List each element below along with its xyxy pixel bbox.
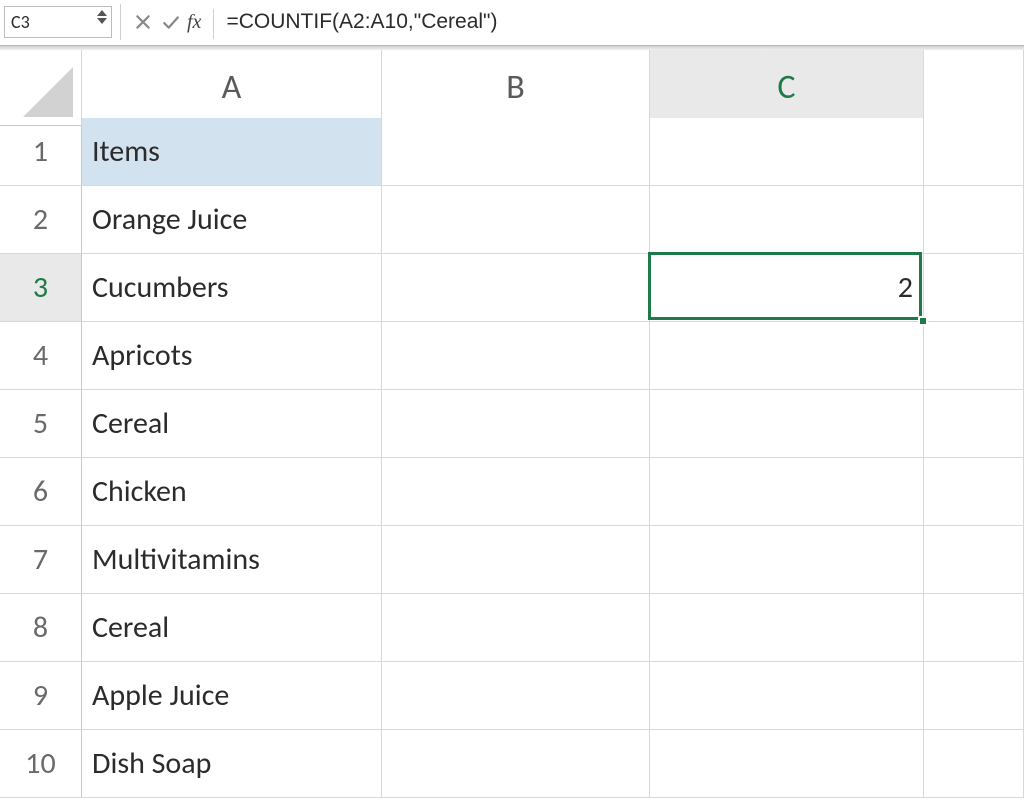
column-header-B[interactable]: B — [382, 50, 650, 126]
column-label: C — [777, 67, 795, 108]
cell-B2[interactable] — [382, 186, 650, 254]
spreadsheet-grid[interactable]: A B C 1 Items 2 Orange Juice 3 Cucumbers… — [0, 50, 1024, 798]
cell-D9[interactable] — [924, 662, 1024, 730]
cell-value: Apple Juice — [92, 677, 229, 714]
cell-C2[interactable] — [650, 186, 924, 254]
chevron-up-icon — [97, 10, 107, 16]
column-header-A[interactable]: A — [82, 50, 382, 126]
cell-B7[interactable] — [382, 526, 650, 594]
row-header-10[interactable]: 10 — [0, 730, 82, 798]
select-all-corner[interactable] — [0, 50, 82, 126]
cell-C7[interactable] — [650, 526, 924, 594]
cell-A2[interactable]: Orange Juice — [82, 186, 382, 254]
column-header-extra[interactable] — [924, 50, 1024, 126]
row-label: 7 — [33, 541, 48, 578]
cell-C4[interactable] — [650, 322, 924, 390]
confirm-button[interactable] — [157, 4, 185, 40]
formula-input[interactable] — [224, 4, 1024, 40]
row-label: 9 — [33, 677, 48, 714]
row-label: 5 — [33, 405, 48, 442]
cell-value: Apricots — [92, 337, 193, 374]
cell-value: Cereal — [92, 405, 169, 442]
cell-B8[interactable] — [382, 594, 650, 662]
column-header-C[interactable]: C — [650, 50, 924, 126]
cell-B5[interactable] — [382, 390, 650, 458]
cell-B9[interactable] — [382, 662, 650, 730]
cell-A9[interactable]: Apple Juice — [82, 662, 382, 730]
cell-B6[interactable] — [382, 458, 650, 526]
cell-value: 2 — [898, 269, 913, 306]
cell-A3[interactable]: Cucumbers — [82, 254, 382, 322]
cell-value: Cereal — [92, 609, 169, 646]
fill-handle[interactable] — [918, 316, 928, 326]
name-box-value: C3 — [11, 11, 30, 33]
cell-C1[interactable] — [650, 118, 924, 186]
cell-A8[interactable]: Cereal — [82, 594, 382, 662]
cell-C6[interactable] — [650, 458, 924, 526]
cell-A4[interactable]: Apricots — [82, 322, 382, 390]
row-label: 8 — [33, 609, 48, 646]
close-icon — [134, 13, 152, 31]
row-label: 6 — [33, 473, 48, 510]
cell-C10[interactable] — [650, 730, 924, 798]
cell-A6[interactable]: Chicken — [82, 458, 382, 526]
cell-value: Cucumbers — [92, 269, 229, 306]
row-header-5[interactable]: 5 — [0, 390, 82, 458]
row-label: 1 — [33, 133, 48, 170]
name-box-stepper[interactable] — [97, 10, 107, 24]
divider — [213, 9, 214, 39]
cell-D2[interactable] — [924, 186, 1024, 254]
cell-B3[interactable] — [382, 254, 650, 322]
cell-D8[interactable] — [924, 594, 1024, 662]
column-label: A — [222, 67, 242, 108]
cell-A5[interactable]: Cereal — [82, 390, 382, 458]
cell-C3[interactable]: 2 — [650, 254, 924, 322]
row-header-8[interactable]: 8 — [0, 594, 82, 662]
cell-value: Multivitamins — [92, 541, 260, 578]
cell-D7[interactable] — [924, 526, 1024, 594]
cell-B4[interactable] — [382, 322, 650, 390]
cell-value: Orange Juice — [92, 201, 247, 238]
cell-A10[interactable]: Dish Soap — [82, 730, 382, 798]
cell-D6[interactable] — [924, 458, 1024, 526]
cell-C5[interactable] — [650, 390, 924, 458]
cell-D3[interactable] — [924, 254, 1024, 322]
row-header-4[interactable]: 4 — [0, 322, 82, 390]
cell-D4[interactable] — [924, 322, 1024, 390]
cell-value: Items — [92, 133, 160, 170]
row-label: 2 — [33, 201, 48, 238]
cell-A1[interactable]: Items — [82, 118, 382, 186]
column-label: B — [506, 67, 525, 108]
row-header-6[interactable]: 6 — [0, 458, 82, 526]
fx-label[interactable]: fx — [187, 11, 201, 34]
cell-D1[interactable] — [924, 118, 1024, 186]
row-header-3[interactable]: 3 — [0, 254, 82, 322]
chevron-down-icon — [97, 18, 107, 24]
row-label: 3 — [33, 269, 48, 306]
divider — [120, 4, 121, 40]
row-header-2[interactable]: 2 — [0, 186, 82, 254]
cell-D5[interactable] — [924, 390, 1024, 458]
cell-D10[interactable] — [924, 730, 1024, 798]
cell-C8[interactable] — [650, 594, 924, 662]
row-header-9[interactable]: 9 — [0, 662, 82, 730]
cell-C9[interactable] — [650, 662, 924, 730]
name-box[interactable]: C3 — [4, 6, 112, 38]
cell-B10[interactable] — [382, 730, 650, 798]
cell-value: Dish Soap — [92, 745, 211, 782]
row-header-7[interactable]: 7 — [0, 526, 82, 594]
cell-value: Chicken — [92, 473, 187, 510]
row-header-1[interactable]: 1 — [0, 118, 82, 186]
cell-A7[interactable]: Multivitamins — [82, 526, 382, 594]
row-label: 10 — [25, 745, 55, 782]
cancel-button[interactable] — [129, 4, 157, 40]
formula-bar: C3 fx — [0, 0, 1024, 46]
cell-B1[interactable] — [382, 118, 650, 186]
row-label: 4 — [33, 337, 48, 374]
check-icon — [162, 13, 180, 31]
